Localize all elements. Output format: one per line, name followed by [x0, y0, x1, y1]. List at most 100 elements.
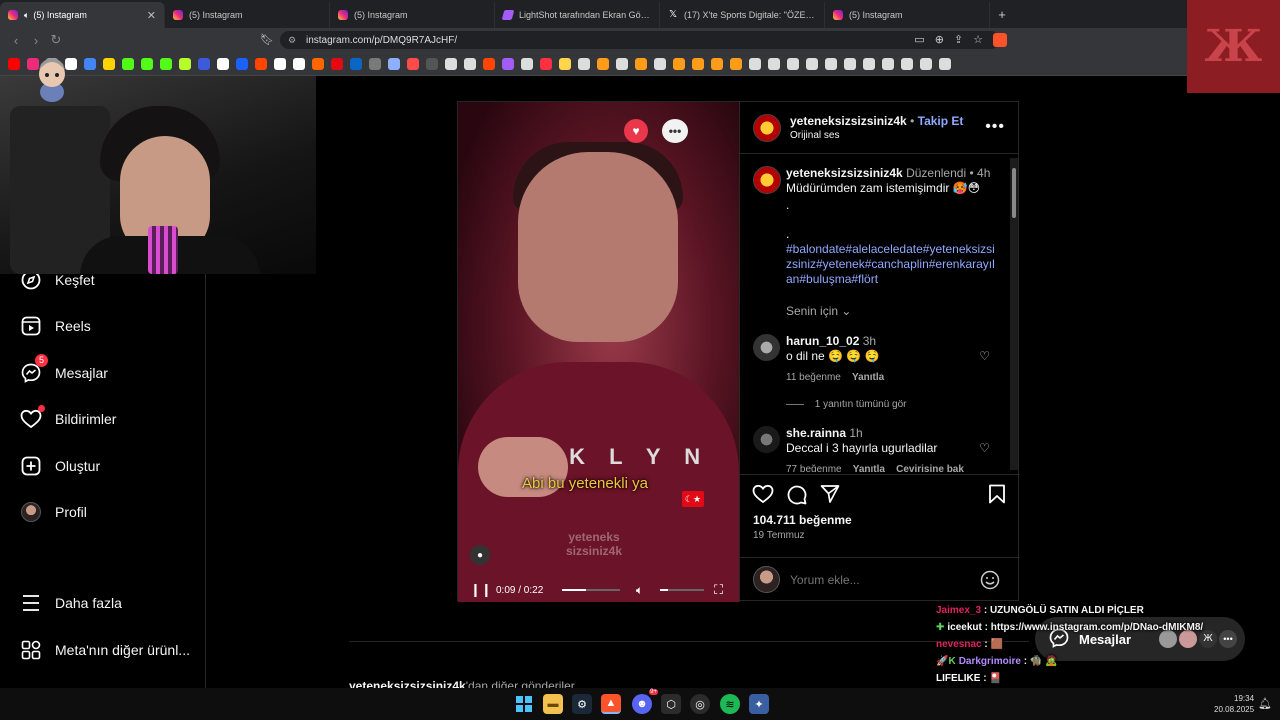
bookmark-favicon-icon[interactable]: [141, 57, 153, 70]
bookmark-favicon-icon[interactable]: [559, 57, 571, 70]
bookmark-favicon-icon[interactable]: [179, 57, 191, 70]
follow-button[interactable]: Takip Et: [918, 114, 964, 128]
bookmark-favicon-icon[interactable]: [122, 57, 134, 70]
reply-button[interactable]: Yanıtla: [852, 372, 884, 383]
browser-tab[interactable]: (5) Instagram: [165, 2, 330, 28]
bookmark-favicon-icon[interactable]: [654, 57, 666, 70]
bookmark-favicon-icon[interactable]: [331, 57, 343, 70]
fullscreen-icon[interactable]: ⛶: [714, 582, 723, 598]
start-icon[interactable]: [514, 694, 534, 714]
bookmark-favicon-icon[interactable]: [749, 57, 761, 70]
tagged-users-icon[interactable]: ●: [470, 545, 490, 565]
app-icon[interactable]: ⬡: [661, 694, 681, 714]
bookmark-favicon-icon[interactable]: [312, 57, 324, 70]
brave-shield-icon[interactable]: [993, 33, 1007, 47]
star-icon[interactable]: ☆: [973, 33, 983, 47]
bookmark-favicon-icon[interactable]: [521, 57, 533, 70]
reel-video[interactable]: R O K L Y N Abi bu yetenekli ya ☾★ yeten…: [458, 102, 739, 602]
pause-icon[interactable]: ❙❙: [470, 582, 492, 598]
sidebar-item-more[interactable]: Daha fazla: [20, 592, 122, 614]
comment-likes[interactable]: 77 beğenme: [786, 464, 842, 472]
bookmark-favicon-icon[interactable]: [578, 57, 590, 70]
bookmark-favicon-icon[interactable]: [103, 57, 115, 70]
brave-icon[interactable]: ▲: [601, 694, 621, 714]
bookmark-favicon-icon[interactable]: [255, 57, 267, 70]
author-username[interactable]: yeteneksizsizsiniz4k: [790, 114, 907, 128]
bookmark-favicon-icon[interactable]: [274, 57, 286, 70]
bookmark-favicon-icon[interactable]: [350, 57, 362, 70]
spotify-icon[interactable]: ≋: [720, 694, 740, 714]
bookmark-favicon-icon[interactable]: [464, 57, 476, 70]
reload-icon[interactable]: ↻: [46, 32, 66, 48]
url-field[interactable]: ⚙ instagram.com/p/DMQ9R7AJcHF/: [280, 31, 1000, 49]
commenter-avatar[interactable]: [753, 334, 780, 361]
bookmark-favicon-icon[interactable]: [8, 57, 20, 70]
sidebar-item-notifications[interactable]: Bildirimler: [20, 405, 116, 430]
sidebar-item-profile[interactable]: Profil: [20, 501, 87, 523]
browser-tab[interactable]: (5) Instagram: [330, 2, 495, 28]
scrollbar-thumb[interactable]: [1012, 168, 1016, 218]
bookmark-favicon-icon[interactable]: [445, 57, 457, 70]
bookmark-favicon-icon[interactable]: [236, 57, 248, 70]
bookmark-favicon-icon[interactable]: [673, 57, 685, 70]
steam-icon[interactable]: ⚙: [572, 694, 592, 714]
sidebar-item-meta[interactable]: Meta'nın diğer ürünl...: [20, 639, 190, 661]
close-tab-icon[interactable]: ✕: [147, 9, 156, 22]
bookmark-favicon-icon[interactable]: [939, 57, 951, 70]
browser-tab[interactable]: (5) Instagram: [825, 2, 990, 28]
bookmark-favicon-icon[interactable]: [825, 57, 837, 70]
file-explorer-icon[interactable]: ▬: [543, 694, 563, 714]
comment-icon[interactable]: [786, 484, 807, 510]
audio-playing-icon[interactable]: 🔈︎: [24, 10, 29, 21]
comments-scrollbar[interactable]: [1010, 158, 1018, 470]
like-comment-icon[interactable]: ♡: [979, 349, 990, 363]
view-replies-button[interactable]: 1 yanıtın tümünü gör: [786, 399, 907, 410]
zoom-icon[interactable]: ⊕: [935, 33, 944, 47]
emoji-icon[interactable]: [980, 570, 1000, 595]
system-clock[interactable]: 19:34 20.08.2025: [1214, 693, 1254, 715]
sidebar-item-create[interactable]: Oluştur: [20, 455, 100, 477]
bookmark-favicon-icon[interactable]: [787, 57, 799, 70]
bookmark-favicon-icon[interactable]: [483, 57, 495, 70]
comment-username[interactable]: she.rainna: [786, 426, 846, 440]
caption-hashtags[interactable]: #balondate#alelaceledate#yeteneksizsizsi…: [786, 242, 998, 287]
bookmark-favicon-icon[interactable]: [388, 57, 400, 70]
bookmark-favicon-icon[interactable]: [217, 57, 229, 70]
caption-avatar[interactable]: [753, 166, 781, 194]
bookmark-favicon-icon[interactable]: [863, 57, 875, 70]
bookmark-favicon-icon[interactable]: [293, 57, 305, 70]
new-tab-button[interactable]: +: [990, 2, 1014, 28]
reply-button[interactable]: Yanıtla: [853, 464, 885, 472]
bookmark-favicon-icon[interactable]: [616, 57, 628, 70]
like-count[interactable]: 104.711 beğenme: [753, 513, 852, 527]
back-icon[interactable]: ‹: [6, 33, 26, 48]
comment-input[interactable]: [790, 570, 970, 590]
bookmark-favicon-icon[interactable]: [711, 57, 723, 70]
caption-username[interactable]: yeteneksizsizsiniz4k: [786, 166, 903, 180]
notification-icon[interactable]: 🔔︎: [1258, 697, 1272, 710]
bookmark-favicon-icon[interactable]: [597, 57, 609, 70]
bookmark-favicon-icon[interactable]: [198, 57, 210, 70]
like-comment-icon[interactable]: ♡: [979, 441, 990, 455]
bookmark-favicon-icon[interactable]: [730, 57, 742, 70]
bookmark-favicon-icon[interactable]: [806, 57, 818, 70]
volume-slider[interactable]: [660, 589, 704, 591]
obs-icon[interactable]: ◎: [690, 694, 710, 714]
comment-likes[interactable]: 11 beğenme: [786, 372, 841, 383]
browser-tab[interactable]: 𝕏 (17) X'te Sports Digitale: "ÖZEL | Fene…: [660, 2, 825, 28]
cast-icon[interactable]: ▭: [914, 33, 924, 47]
bookmark-favicon-icon[interactable]: [768, 57, 780, 70]
like-icon[interactable]: [752, 484, 774, 509]
sidebar-item-reels[interactable]: Reels: [20, 315, 91, 337]
bookmark-favicon-icon[interactable]: [426, 57, 438, 70]
bookmark-favicon-icon[interactable]: [901, 57, 913, 70]
commenter-avatar[interactable]: [753, 426, 780, 453]
bookmark-favicon-icon[interactable]: [920, 57, 932, 70]
share-icon[interactable]: ⇪: [954, 33, 963, 47]
audio-label[interactable]: Orijinal ses: [790, 130, 839, 141]
bookmark-favicon-icon[interactable]: [369, 57, 381, 70]
browser-tab[interactable]: LightShot tarafından Ekran Görüntüsü: [495, 2, 660, 28]
site-info-icon[interactable]: ⚙: [288, 35, 296, 46]
bookmark-favicon-icon[interactable]: [540, 57, 552, 70]
bookmark-favicon-icon[interactable]: [844, 57, 856, 70]
